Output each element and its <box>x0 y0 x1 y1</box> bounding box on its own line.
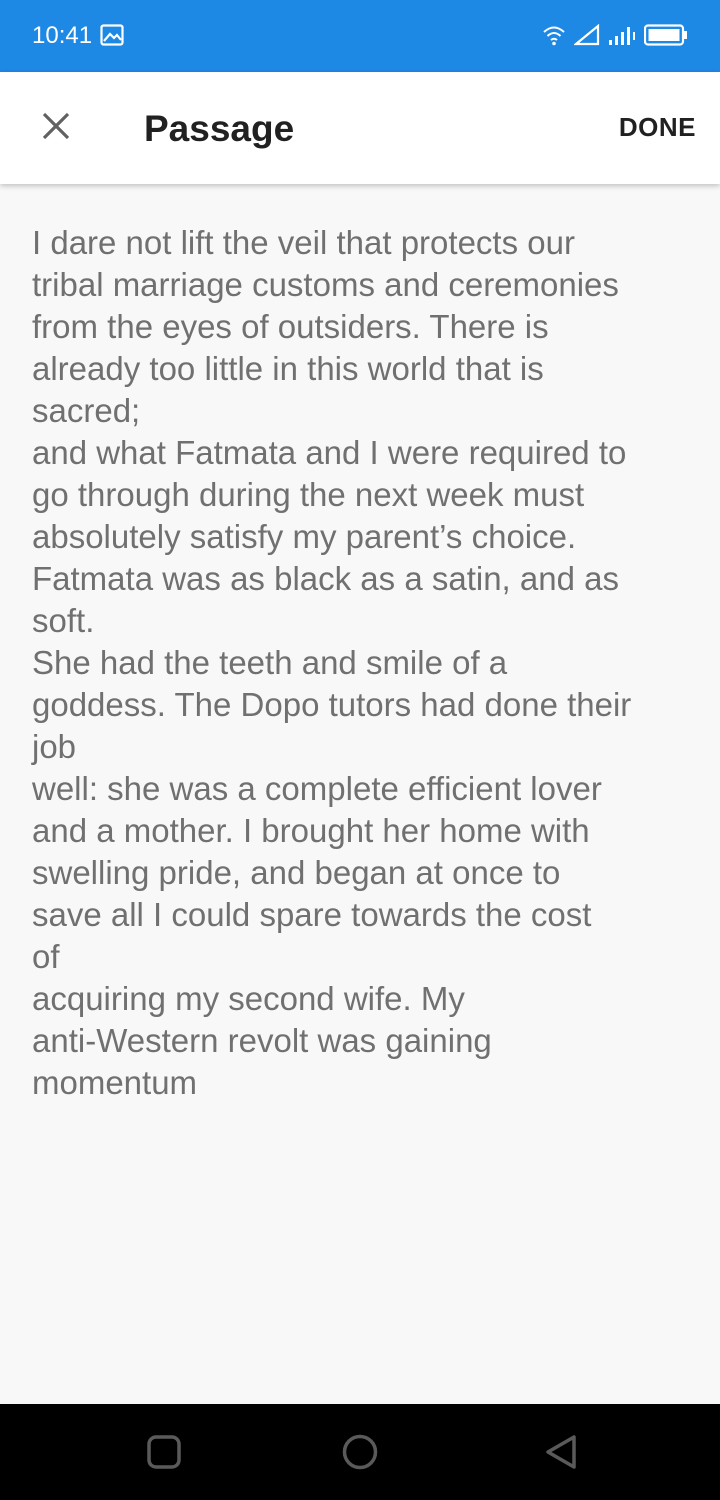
battery-icon <box>643 24 688 51</box>
passage-line: I dare not lift the veil that protects o… <box>32 224 575 261</box>
done-button[interactable]: DONE <box>619 112 696 143</box>
navigation-bar <box>0 1404 720 1500</box>
passage-line: soft. <box>32 602 95 639</box>
page-title: Passage <box>144 108 295 149</box>
status-icons <box>542 23 688 51</box>
passage-line: momentum <box>32 1064 198 1101</box>
passage-line: swelling pride, and began at once to <box>32 854 561 891</box>
passage-content: I dare not lift the veil that protects o… <box>0 184 720 1404</box>
signal-bars-icon <box>608 24 636 51</box>
passage-line: well: she was a complete efficient lover <box>32 770 602 807</box>
passage-line: sacred; <box>32 392 141 429</box>
passage-line: tribal marriage customs and ceremonies <box>32 266 619 303</box>
passage-line: save all I could spare towards the cost <box>32 896 592 933</box>
passage-line: goddess. The Dopo tutors had done their <box>32 686 632 723</box>
passage-line: absolutely satisfy my parent’s choice. <box>32 518 577 555</box>
signal-icon <box>572 23 600 51</box>
image-icon <box>100 24 124 51</box>
home-circle-icon[interactable] <box>341 1434 379 1475</box>
wifi-icon <box>542 24 566 51</box>
status-time: 10:41 <box>32 22 93 49</box>
passage-line: already too little in this world that is <box>32 350 544 387</box>
passage-line: She had the teeth and smile of a <box>32 644 508 681</box>
passage-line: go through during the next week must <box>32 476 585 513</box>
passage-line: Fatmata was as black as a satin, and as <box>32 560 619 597</box>
recents-square-icon[interactable] <box>146 1434 182 1475</box>
app-bar: Passage DONE <box>0 72 720 184</box>
passage-line: and what Fatmata and I were required to <box>32 434 627 471</box>
passage-line: anti-Western revolt was gaining <box>32 1022 492 1059</box>
passage-text: I dare not lift the veil that protects o… <box>32 222 704 1104</box>
passage-line: and a mother. I brought her home with <box>32 812 590 849</box>
back-triangle-icon[interactable] <box>543 1434 579 1475</box>
passage-line: of <box>32 938 60 975</box>
close-icon <box>41 111 71 146</box>
close-button[interactable] <box>28 100 84 156</box>
passage-line: from the eyes of outsiders. There is <box>32 308 549 345</box>
passage-line: job <box>32 728 77 765</box>
passage-line: acquiring my second wife. My <box>32 980 465 1017</box>
status-bar: 10:41 <box>0 0 720 72</box>
